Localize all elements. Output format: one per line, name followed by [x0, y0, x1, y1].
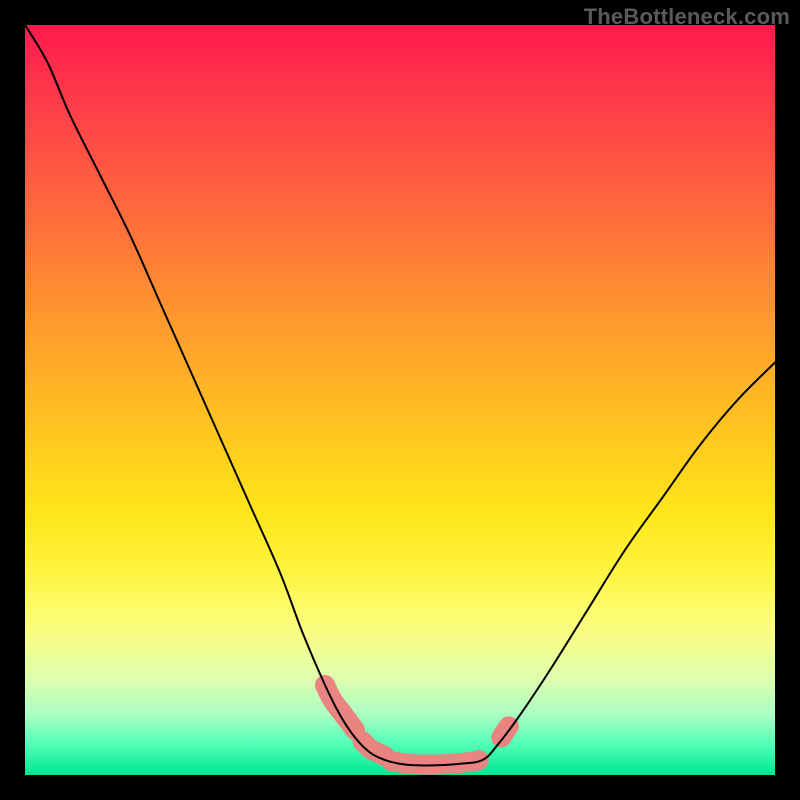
plot-area [25, 25, 775, 775]
marker-layer [325, 685, 509, 765]
curve-layer [25, 25, 775, 765]
bottleneck-curve [25, 25, 775, 765]
chart-svg [25, 25, 775, 775]
marker-left-descent-blob-upper [325, 685, 355, 730]
chart-frame: TheBottleneck.com [0, 0, 800, 800]
